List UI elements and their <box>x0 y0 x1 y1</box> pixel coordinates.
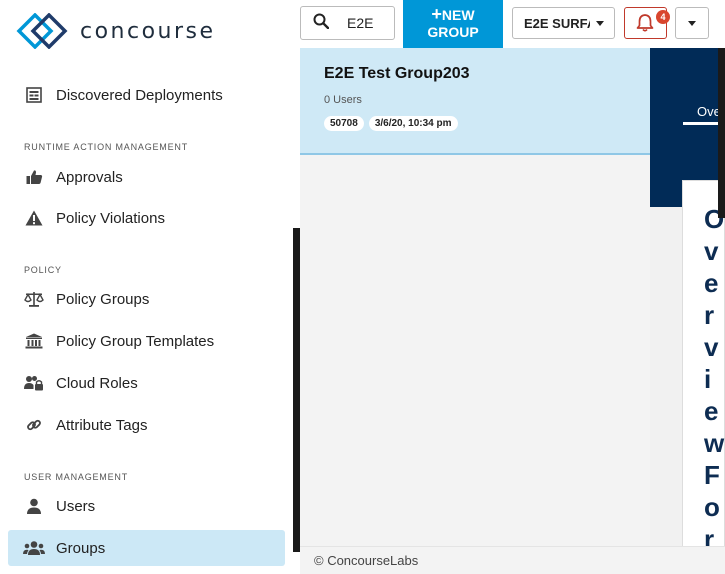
sidebar-item-approvals[interactable]: Approvals <box>8 159 285 195</box>
section-title-policy: POLICY <box>24 265 62 275</box>
group-name: E2E Test Group203 <box>324 65 470 82</box>
new-group-label-line1: NEW <box>441 7 475 23</box>
sidebar-item-policy-violations[interactable]: Policy Violations <box>8 200 285 236</box>
sidebar-item-label: Discovered Deployments <box>56 86 223 104</box>
bell-icon <box>636 14 654 32</box>
group-detail-panel: Ove Overview For <box>650 48 725 553</box>
section-title-runtime-action-management: RUNTIME ACTION MANAGEMENT <box>24 142 189 152</box>
group-tags: 50708 3/6/20, 10:34 pm <box>324 116 463 131</box>
sidebar-item-label: Groups <box>56 539 106 557</box>
plus-icon: + <box>431 4 442 24</box>
group-id-tag: 50708 <box>324 116 364 131</box>
search-icon <box>313 13 331 34</box>
sidebar-item-label: Policy Groups <box>56 290 150 308</box>
sidebar-item-attribute-tags[interactable]: Attribute Tags <box>8 407 285 443</box>
sidebar-item-label: Users <box>56 497 96 515</box>
sidebar-item-label: Attribute Tags <box>56 416 148 434</box>
sidebar-item-label: Cloud Roles <box>56 374 138 392</box>
notification-count-badge: 4 <box>656 10 670 24</box>
sidebar: concourse Discovered Deployments RUNTIME… <box>0 0 293 574</box>
search-input[interactable]: E2E <box>347 15 387 31</box>
new-group-button[interactable]: +NEW GROUP <box>403 0 503 48</box>
thumbs-up-icon <box>22 169 46 185</box>
sidebar-item-label: Policy Group Templates <box>56 332 215 350</box>
sidebar-item-groups[interactable]: Groups <box>8 530 285 566</box>
detail-scrollbar[interactable] <box>718 48 725 218</box>
chevron-down-icon <box>688 21 696 26</box>
link-icon <box>22 417 46 433</box>
search-box[interactable]: E2E <box>300 6 395 40</box>
brand-name: concourse <box>80 18 216 44</box>
warning-icon <box>22 210 46 226</box>
users-lock-icon <box>22 375 46 391</box>
sidebar-item-label: Policy Violations <box>56 209 165 227</box>
sidebar-item-users[interactable]: Users <box>8 488 285 524</box>
surface-select[interactable]: E2E SURFACE <box>512 7 615 39</box>
group-user-count: 0 Users <box>324 94 362 106</box>
overview-title: Overview For <box>704 204 725 553</box>
sidebar-item-discovered-deployments[interactable]: Discovered Deployments <box>8 77 285 113</box>
concourse-logo-icon <box>16 13 68 49</box>
footer-copyright: © ConcourseLabs <box>314 553 419 568</box>
sidebar-scrollbar[interactable] <box>293 228 300 552</box>
account-menu-button[interactable] <box>675 7 709 39</box>
sidebar-item-cloud-roles[interactable]: Cloud Roles <box>8 365 285 401</box>
sidebar-item-label: Approvals <box>56 168 123 186</box>
notifications-button[interactable]: 4 <box>624 7 670 39</box>
group-date-tag: 3/6/20, 10:34 pm <box>368 116 458 131</box>
brand-logo[interactable]: concourse <box>16 12 216 50</box>
sidebar-item-policy-group-templates[interactable]: Policy Group Templates <box>8 323 285 359</box>
surface-select-value: E2E SURFACE <box>524 15 590 31</box>
balance-scale-icon <box>22 291 46 307</box>
new-group-label-line2: GROUP <box>427 24 479 40</box>
footer: © ConcourseLabs <box>300 546 725 574</box>
section-title-user-management: USER MANAGEMENT <box>24 472 129 482</box>
group-list-item[interactable]: E2E Test Group203 0 Users 50708 3/6/20, … <box>300 48 650 155</box>
chevron-down-icon <box>596 20 604 26</box>
user-icon <box>22 498 46 514</box>
group-list: E2E Test Group203 0 Users 50708 3/6/20, … <box>300 48 650 553</box>
bank-icon <box>22 333 46 349</box>
app-root: concourse Discovered Deployments RUNTIME… <box>0 0 725 574</box>
sidebar-item-policy-groups[interactable]: Policy Groups <box>8 281 285 317</box>
discovered-deployments-icon <box>22 87 46 103</box>
users-icon <box>22 540 46 556</box>
